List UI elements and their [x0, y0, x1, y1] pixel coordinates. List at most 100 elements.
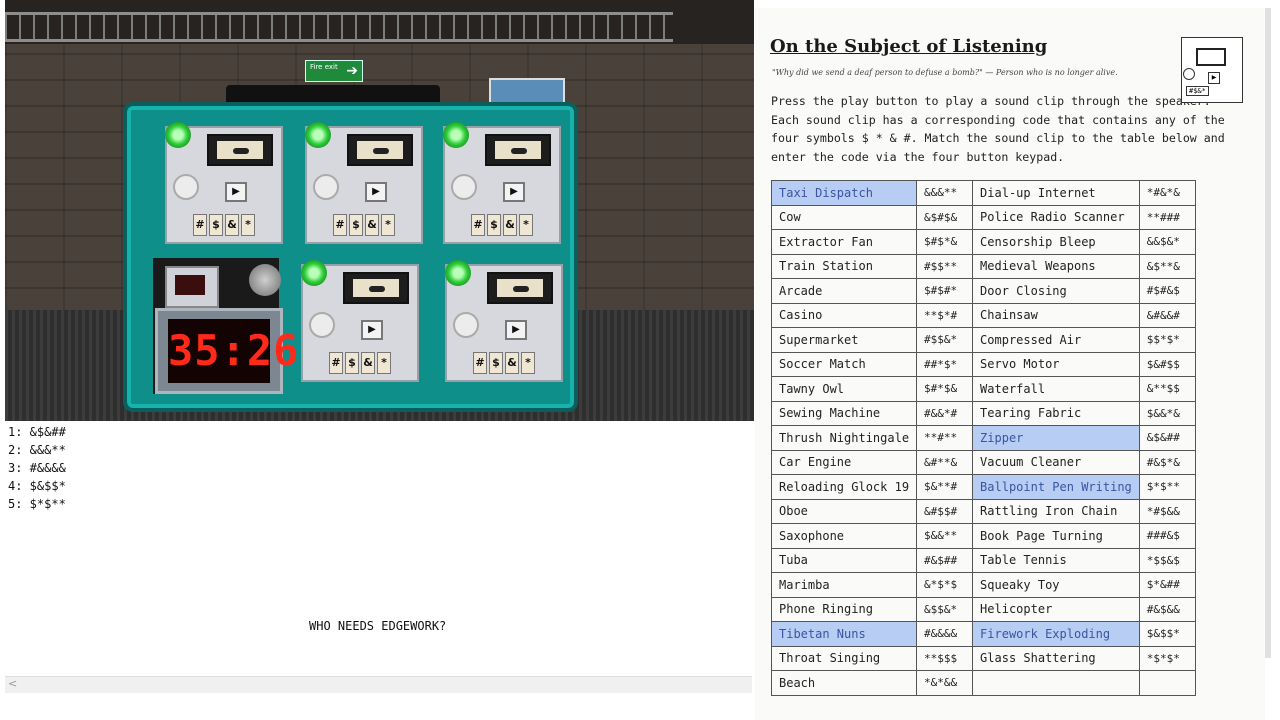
table-row: Taxi Dispatch &&&** Dial-up Internet *#&*&	[770, 180, 1196, 206]
sound-name-cell: Arcade	[770, 278, 918, 304]
listening-module-1[interactable]: ▶ # $ & *	[165, 122, 283, 244]
sound-code-cell: $#*$&	[916, 376, 974, 402]
play-button[interactable]: ▶	[505, 320, 527, 340]
sound-code-cell: $&#$$	[1138, 351, 1196, 377]
sound-code-cell: &#&&#	[1138, 302, 1196, 328]
sound-name-cell	[972, 670, 1140, 696]
table-row: Oboe &#$$# Rattling Iron Chain *#$&&	[770, 498, 1196, 524]
table-row: Casino **$*# Chainsaw &#&&#	[770, 302, 1196, 328]
table-row: Extractor Fan $#$*& Censorship Bleep &&$&*	[770, 229, 1196, 255]
table-row: Car Engine &#**& Vacuum Cleaner #&$*&	[770, 449, 1196, 475]
speaker-icon	[1183, 68, 1195, 80]
manual-quote: "Why did we send a deaf person to defuse…	[772, 68, 1118, 77]
cassette-icon	[487, 272, 553, 304]
speaker-icon	[309, 312, 335, 338]
sound-code-cell: #&$*&	[1138, 449, 1196, 475]
speaker-icon	[453, 312, 479, 338]
key-star-button[interactable]: *	[377, 352, 391, 374]
bomb-casing[interactable]: ▶ # $ & * ▶ # $ & * ▶ # $ & * 35:26 ▶ # …	[123, 102, 578, 412]
sound-name-cell: Helicopter	[972, 596, 1140, 622]
sound-name-cell: Tuba	[770, 547, 918, 573]
timer-frame: 35:26	[155, 308, 298, 394]
sound-name-cell: Waterfall	[972, 376, 1140, 402]
sound-code-cell: #&$##	[916, 547, 974, 573]
sound-code-cell: &#**&	[916, 449, 974, 475]
table-row: Soccer Match ##*$* Servo Motor $&#$$	[770, 351, 1196, 377]
sound-code-cell: #&&*#	[916, 400, 974, 426]
sound-name-cell: Police Radio Scanner	[972, 204, 1140, 230]
sound-name-cell: Tawny Owl	[770, 376, 918, 402]
log-line: 2: &&&**	[8, 443, 66, 457]
scroll-left-icon[interactable]: <	[8, 677, 17, 690]
listening-module-5[interactable]: ▶ # $ & *	[445, 260, 563, 382]
sound-code-cell: $&&**	[916, 523, 974, 549]
sound-name-cell: Glass Shattering	[972, 645, 1140, 671]
keypad: # $ & *	[329, 352, 391, 374]
sound-name-cell: Casino	[770, 302, 918, 328]
key-dollar-button[interactable]: $	[345, 352, 359, 374]
key-hash-button[interactable]: #	[193, 214, 207, 236]
sound-name-cell: Vacuum Cleaner	[972, 449, 1140, 475]
key-hash-button[interactable]: #	[473, 352, 487, 374]
knob-icon	[249, 264, 281, 296]
key-dollar-button[interactable]: $	[489, 352, 503, 374]
key-hash-button[interactable]: #	[329, 352, 343, 374]
vertical-scrollbar[interactable]	[1265, 8, 1271, 658]
sound-code-cell: *#$&&	[1138, 498, 1196, 524]
fire-exit-label: Fire exit	[310, 63, 338, 71]
table-row: Tibetan Nuns #&&&& Firework Exploding $&$$*	[770, 621, 1196, 647]
game-viewport[interactable]: Fire exit ➔ ▶ # $ & * ▶ # $ & * ▶ # $ & …	[5, 0, 754, 421]
key-star-button[interactable]: *	[521, 352, 535, 374]
sound-name-cell: Tearing Fabric	[972, 400, 1140, 426]
horizontal-scrollbar[interactable]	[5, 676, 752, 693]
sound-code-cell: #&&&&	[916, 621, 974, 647]
speaker-icon	[451, 174, 477, 200]
key-ampersand-button[interactable]: &	[365, 214, 379, 236]
key-hash-button[interactable]: #	[333, 214, 347, 236]
play-button[interactable]: ▶	[225, 182, 247, 202]
listening-module-2[interactable]: ▶ # $ & *	[305, 122, 423, 244]
key-dollar-button[interactable]: $	[349, 214, 363, 236]
key-dollar-button[interactable]: $	[209, 214, 223, 236]
key-ampersand-button[interactable]: &	[225, 214, 239, 236]
sound-code-cell: **###	[1138, 204, 1196, 230]
play-button[interactable]: ▶	[503, 182, 525, 202]
sound-code-cell: &$#$&	[916, 204, 974, 230]
answer-log: 1: &$&## 2: &&&** 3: #&&&& 4: $&$$* 5: $*$**	[8, 423, 66, 513]
key-star-button[interactable]: *	[381, 214, 395, 236]
sound-name-cell: Censorship Bleep	[972, 229, 1140, 255]
listening-module-4[interactable]: ▶ # $ & *	[301, 260, 419, 382]
key-ampersand-button[interactable]: &	[361, 352, 375, 374]
sound-code-cell: &**$$	[1138, 376, 1196, 402]
key-star-button[interactable]: *	[519, 214, 533, 236]
key-ampersand-button[interactable]: &	[505, 352, 519, 374]
sound-code-cell: $#$#*	[916, 278, 974, 304]
sound-code-cell: $*&##	[1138, 572, 1196, 598]
log-line: 3: #&&&&	[8, 461, 66, 475]
key-ampersand-button[interactable]: &	[503, 214, 517, 236]
key-star-button[interactable]: *	[241, 214, 255, 236]
sound-name-cell: Soccer Match	[770, 351, 918, 377]
sound-code-cell: #&$&&	[1138, 596, 1196, 622]
sound-name-cell: Train Station	[770, 253, 918, 279]
play-button[interactable]: ▶	[365, 182, 387, 202]
sound-name-cell: Chainsaw	[972, 302, 1140, 328]
key-hash-button[interactable]: #	[471, 214, 485, 236]
sound-name-cell: Squeaky Toy	[972, 572, 1140, 598]
ceiling-truss	[5, 12, 673, 42]
sound-name-cell: Cow	[770, 204, 918, 230]
sound-code-cell: *$*$*	[1138, 645, 1196, 671]
table-row: Arcade $#$#* Door Closing #$#&$	[770, 278, 1196, 304]
listening-module-3[interactable]: ▶ # $ & *	[443, 122, 561, 244]
keypad: # $ & *	[473, 352, 535, 374]
table-row: Beach *&*&&	[770, 670, 1196, 696]
sound-code-cell: &&$&*	[1138, 229, 1196, 255]
sound-name-cell: Servo Motor	[972, 351, 1140, 377]
speaker-icon	[173, 174, 199, 200]
play-button[interactable]: ▶	[361, 320, 383, 340]
table-row: Tawny Owl $#*$& Waterfall &**$$	[770, 376, 1196, 402]
fire-exit-sign: Fire exit ➔	[305, 60, 363, 82]
key-dollar-button[interactable]: $	[487, 214, 501, 236]
sound-name-cell: Oboe	[770, 498, 918, 524]
play-icon: ▶	[1208, 72, 1220, 84]
